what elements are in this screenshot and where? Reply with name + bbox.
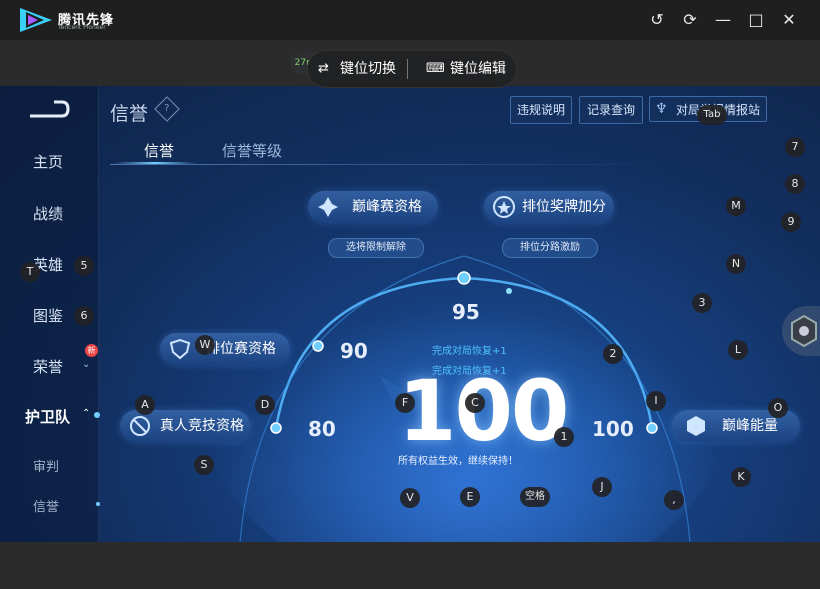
switch-icon: ⇄ [318,61,329,76]
app-name-en: Tencent Pioneer [58,24,106,31]
title-bar: 腾讯先锋 Tencent Pioneer ↺ ⟳ — □ ✕ [0,0,820,40]
key-w[interactable]: W [195,335,215,355]
peak-qualification-pill[interactable]: 巅峰赛资格 [308,191,438,223]
key-n[interactable]: N [726,254,746,274]
key-2[interactable]: 2 [603,344,623,364]
key-1[interactable]: 1 [554,427,574,447]
chevron-up-icon: ⌃ [82,408,91,419]
key-t[interactable]: T [20,262,40,282]
key-s[interactable]: S [194,455,214,475]
minimize-icon[interactable]: — [713,10,733,30]
key-switch-button[interactable]: 键位切换 [340,51,396,87]
rank-qualification-label: 排位赛资格 [206,341,276,357]
current-credit-score: 100 [398,362,569,460]
key-5[interactable]: 5 [74,256,94,276]
gamepad-icon: ⌨ [426,61,445,76]
key-comma[interactable]: , [664,490,684,510]
new-badge: 新 [85,344,98,357]
credit-status: 所有权益生效，继续保持！ [398,456,518,467]
toolbar-divider [407,59,408,79]
score-100: 100 [592,417,634,441]
active-dot-small [96,502,100,506]
sidebar-item-credit[interactable]: 信誉 [0,496,98,515]
key-c[interactable]: C [465,393,485,413]
key-8[interactable]: 8 [785,174,805,194]
sidebar-item-judge[interactable]: 审判 [0,456,98,475]
key-3[interactable]: 3 [692,293,712,313]
score-90: 90 [340,339,368,363]
bottom-bar [0,542,820,589]
back-icon[interactable]: ↺ [647,10,667,30]
tab-divider [110,164,670,165]
key-space[interactable]: 空格 [520,487,550,507]
peak-energy-label: 巅峰能量 [722,418,778,434]
score-95: 95 [452,300,480,324]
close-icon[interactable]: ✕ [779,10,799,30]
record-query-button[interactable]: 记录查询 [579,96,643,124]
key-tab[interactable]: Tab [697,105,727,125]
key-a[interactable]: A [135,395,155,415]
maximize-icon[interactable]: □ [746,10,766,30]
peak-sub-label: 选将限制解除 [328,238,424,258]
rank-qualification-pill[interactable]: 排位赛资格 [160,333,290,365]
key-9[interactable]: 9 [781,212,801,232]
score-80: 80 [308,417,336,441]
key-e[interactable]: E [460,487,480,507]
wings-icon: ♆ [655,101,668,117]
violation-info-button[interactable]: 违规说明 [510,96,572,124]
energy-icon [687,416,705,436]
key-j[interactable]: J [592,477,612,497]
refresh-icon[interactable]: ⟳ [680,10,700,30]
back-arrow-icon[interactable] [28,98,70,120]
key-m[interactable]: M [726,196,746,216]
key-k[interactable]: K [731,467,751,487]
page-title: 信誉 [110,103,149,125]
key-i[interactable]: I [646,391,666,411]
game-viewport[interactable]: 主页 战绩 英雄 图鉴 荣誉 ⌄ 新 护卫队 ⌃ 审判 信誉 信誉 ? 违规说明… [0,86,820,542]
keymap-toolbar: ⇄ 键位切换 ⌨ 键位编辑 [308,51,516,87]
real-competition-pill[interactable]: 真人竞技资格 [120,410,250,442]
key-l[interactable]: L [728,340,748,360]
rank-sub-label: 排位分路激励 [502,238,598,258]
key-7[interactable]: 7 [785,137,805,157]
key-d[interactable]: D [255,395,275,415]
arc-decoration [205,236,725,542]
key-o[interactable]: O [768,398,788,418]
key-edit-button[interactable]: 键位编辑 [450,51,506,87]
sidebar-item-record[interactable]: 战绩 [0,203,98,224]
real-competition-label: 真人竞技资格 [160,418,244,434]
peak-qualification-label: 巅峰赛资格 [352,199,422,215]
rank-medal-pill[interactable]: 排位奖牌加分 [484,191,614,223]
recover-text-1: 完成对局恢复+1 [432,346,507,357]
key-6[interactable]: 6 [74,306,94,326]
app-logo-icon [20,8,52,32]
shield-icon [169,338,191,360]
active-dot [94,412,100,418]
rank-medal-label: 排位奖牌加分 [522,199,606,215]
sidebar-item-home[interactable]: 主页 [0,151,98,172]
key-f[interactable]: F [395,393,415,413]
chevron-down-icon: ⌄ [82,359,91,370]
side-joystick[interactable] [782,306,820,356]
medal-icon [493,196,515,218]
tab-credit[interactable]: 信誉 [144,140,174,161]
key-v[interactable]: V [400,488,420,508]
peak-icon [318,197,338,217]
sword-shield-icon [130,416,150,436]
tab-credit-level[interactable]: 信誉等级 [222,140,282,161]
